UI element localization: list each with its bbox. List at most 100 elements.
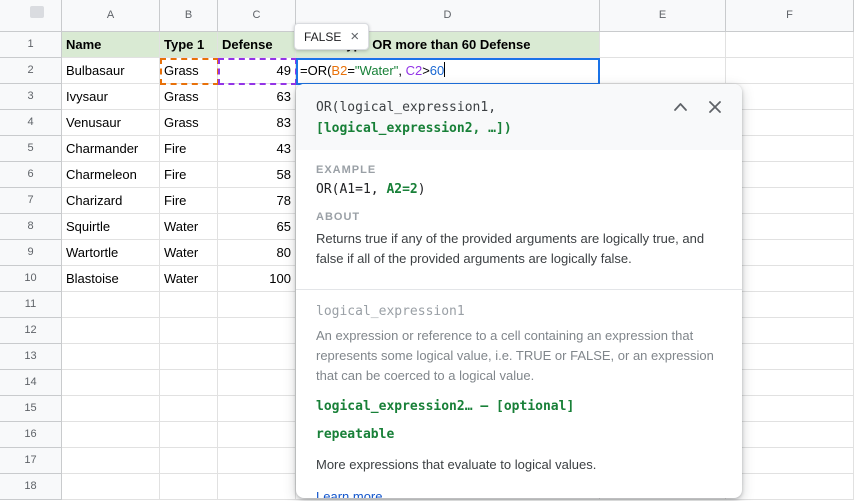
cell-F9[interactable] bbox=[726, 240, 854, 266]
cell-C16[interactable] bbox=[218, 422, 296, 448]
cell-F4[interactable] bbox=[726, 110, 854, 136]
cell-A15[interactable] bbox=[62, 396, 160, 422]
cell-C11[interactable] bbox=[218, 292, 296, 318]
cell-C12[interactable] bbox=[218, 318, 296, 344]
cell-F8[interactable] bbox=[726, 214, 854, 240]
cell-A2[interactable]: Bulbasaur bbox=[62, 58, 160, 84]
cell-C17[interactable] bbox=[218, 448, 296, 474]
cell-A17[interactable] bbox=[62, 448, 160, 474]
cell-A5[interactable]: Charmander bbox=[62, 136, 160, 162]
learn-more-link[interactable]: Learn more bbox=[316, 489, 382, 498]
cell-B4[interactable]: Grass bbox=[160, 110, 218, 136]
column-header-e[interactable]: E bbox=[600, 0, 726, 31]
cell-F3[interactable] bbox=[726, 84, 854, 110]
row-header-8[interactable]: 8 bbox=[0, 214, 62, 240]
row-header-6[interactable]: 6 bbox=[0, 162, 62, 188]
cell-B16[interactable] bbox=[160, 422, 218, 448]
cell-F7[interactable] bbox=[726, 188, 854, 214]
column-header-b[interactable]: B bbox=[160, 0, 218, 31]
cell-B5[interactable]: Fire bbox=[160, 136, 218, 162]
row-header-5[interactable]: 5 bbox=[0, 136, 62, 162]
cell-F18[interactable] bbox=[726, 474, 854, 500]
cell-A11[interactable] bbox=[62, 292, 160, 318]
cell-F13[interactable] bbox=[726, 344, 854, 370]
cell-B15[interactable] bbox=[160, 396, 218, 422]
cell-A14[interactable] bbox=[62, 370, 160, 396]
cell-F17[interactable] bbox=[726, 448, 854, 474]
cell-C5[interactable]: 43 bbox=[218, 136, 296, 162]
cell-F12[interactable] bbox=[726, 318, 854, 344]
row-header-3[interactable]: 3 bbox=[0, 84, 62, 110]
referenced-range-c2-handle[interactable] bbox=[218, 58, 297, 85]
cell-B6[interactable]: Fire bbox=[160, 162, 218, 188]
row-header-1[interactable]: 1 bbox=[0, 32, 62, 58]
cell-A16[interactable] bbox=[62, 422, 160, 448]
row-header-13[interactable]: 13 bbox=[0, 344, 62, 370]
cell-A7[interactable]: Charizard bbox=[62, 188, 160, 214]
row-header-11[interactable]: 11 bbox=[0, 292, 62, 318]
cell-C14[interactable] bbox=[218, 370, 296, 396]
cell-F5[interactable] bbox=[726, 136, 854, 162]
row-header-15[interactable]: 15 bbox=[0, 396, 62, 422]
row-header-7[interactable]: 7 bbox=[0, 188, 62, 214]
cell-A3[interactable]: Ivysaur bbox=[62, 84, 160, 110]
row-header-9[interactable]: 9 bbox=[0, 240, 62, 266]
chevron-up-icon[interactable] bbox=[673, 100, 688, 118]
cell-B7[interactable]: Fire bbox=[160, 188, 218, 214]
cell-C18[interactable] bbox=[218, 474, 296, 500]
cell-A10[interactable]: Blastoise bbox=[62, 266, 160, 292]
row-header-14[interactable]: 14 bbox=[0, 370, 62, 396]
cell-E1[interactable] bbox=[600, 32, 726, 58]
cell-C7[interactable]: 78 bbox=[218, 188, 296, 214]
row-header-10[interactable]: 10 bbox=[0, 266, 62, 292]
column-header-a[interactable]: A bbox=[62, 0, 160, 31]
cell-B9[interactable]: Water bbox=[160, 240, 218, 266]
cell-C13[interactable] bbox=[218, 344, 296, 370]
cell-E2[interactable] bbox=[600, 58, 726, 84]
cell-B10[interactable]: Water bbox=[160, 266, 218, 292]
cell-F10[interactable] bbox=[726, 266, 854, 292]
cell-F16[interactable] bbox=[726, 422, 854, 448]
select-all-corner[interactable] bbox=[0, 0, 62, 31]
cell-C3[interactable]: 63 bbox=[218, 84, 296, 110]
cell-A13[interactable] bbox=[62, 344, 160, 370]
cell-A18[interactable] bbox=[62, 474, 160, 500]
referenced-range-b2-handle[interactable] bbox=[160, 58, 219, 85]
cell-F11[interactable] bbox=[726, 292, 854, 318]
row-header-16[interactable]: 16 bbox=[0, 422, 62, 448]
cell-B18[interactable] bbox=[160, 474, 218, 500]
cell-F2[interactable] bbox=[726, 58, 854, 84]
chip-close-icon[interactable]: × bbox=[350, 29, 359, 44]
cell-B13[interactable] bbox=[160, 344, 218, 370]
cell-B3[interactable]: Grass bbox=[160, 84, 218, 110]
cell-F6[interactable] bbox=[726, 162, 854, 188]
cell-A9[interactable]: Wartortle bbox=[62, 240, 160, 266]
row-header-2[interactable]: 2 bbox=[0, 58, 62, 84]
cell-F14[interactable] bbox=[726, 370, 854, 396]
cell-B8[interactable]: Water bbox=[160, 214, 218, 240]
cell-C15[interactable] bbox=[218, 396, 296, 422]
close-icon[interactable] bbox=[708, 100, 722, 119]
cell-C9[interactable]: 80 bbox=[218, 240, 296, 266]
cell-C8[interactable]: 65 bbox=[218, 214, 296, 240]
cell-B11[interactable] bbox=[160, 292, 218, 318]
cell-B17[interactable] bbox=[160, 448, 218, 474]
formula-cell-editor[interactable]: =OR(B2="Water", C2>60 bbox=[296, 58, 600, 85]
cell-B14[interactable] bbox=[160, 370, 218, 396]
row-header-12[interactable]: 12 bbox=[0, 318, 62, 344]
column-header-f[interactable]: F bbox=[726, 0, 854, 31]
cell-A4[interactable]: Venusaur bbox=[62, 110, 160, 136]
column-header-c[interactable]: C bbox=[218, 0, 296, 31]
cell-A8[interactable]: Squirtle bbox=[62, 214, 160, 240]
cell-A12[interactable] bbox=[62, 318, 160, 344]
cell-F15[interactable] bbox=[726, 396, 854, 422]
row-header-17[interactable]: 17 bbox=[0, 448, 62, 474]
cell-A1[interactable]: Name bbox=[62, 32, 160, 58]
cell-B12[interactable] bbox=[160, 318, 218, 344]
cell-A6[interactable]: Charmeleon bbox=[62, 162, 160, 188]
cell-B1[interactable]: Type 1 bbox=[160, 32, 218, 58]
cell-F1[interactable] bbox=[726, 32, 854, 58]
cell-C10[interactable]: 100 bbox=[218, 266, 296, 292]
cell-C1[interactable]: Defense bbox=[218, 32, 296, 58]
cell-C6[interactable]: 58 bbox=[218, 162, 296, 188]
